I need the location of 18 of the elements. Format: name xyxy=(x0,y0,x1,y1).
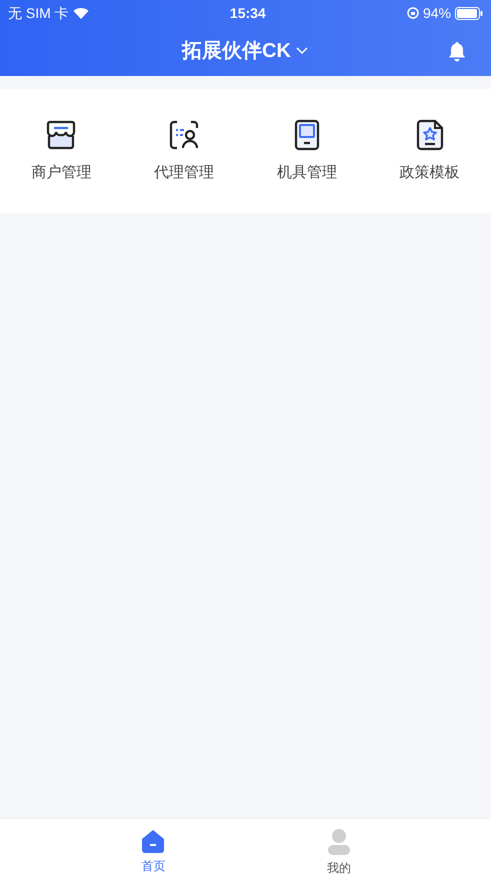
battery-icon xyxy=(454,6,483,20)
menu-item[interactable]: 代理管理 xyxy=(122,118,246,184)
status-time: 15:34 xyxy=(230,4,266,22)
carrier-label: 无 SIM 卡 xyxy=(8,4,69,22)
menu-item[interactable]: 商户管理 xyxy=(0,118,123,184)
bell-icon xyxy=(447,41,467,62)
tab-item[interactable]: 首页 xyxy=(140,829,166,877)
wifi-icon xyxy=(72,7,89,19)
title-dropdown[interactable]: 拓展伙伴CK xyxy=(182,36,309,66)
home-icon xyxy=(140,829,166,853)
notification-button[interactable] xyxy=(447,41,467,62)
chevron-down-icon xyxy=(294,46,309,56)
battery-percent: 94% xyxy=(422,4,451,22)
tab-item[interactable]: 我的 xyxy=(326,829,351,877)
menu-item[interactable]: 机具管理 xyxy=(246,118,368,184)
rotation-lock-icon xyxy=(406,7,419,19)
person-icon xyxy=(326,829,351,855)
menu-item[interactable]: 政策模板 xyxy=(368,118,491,184)
